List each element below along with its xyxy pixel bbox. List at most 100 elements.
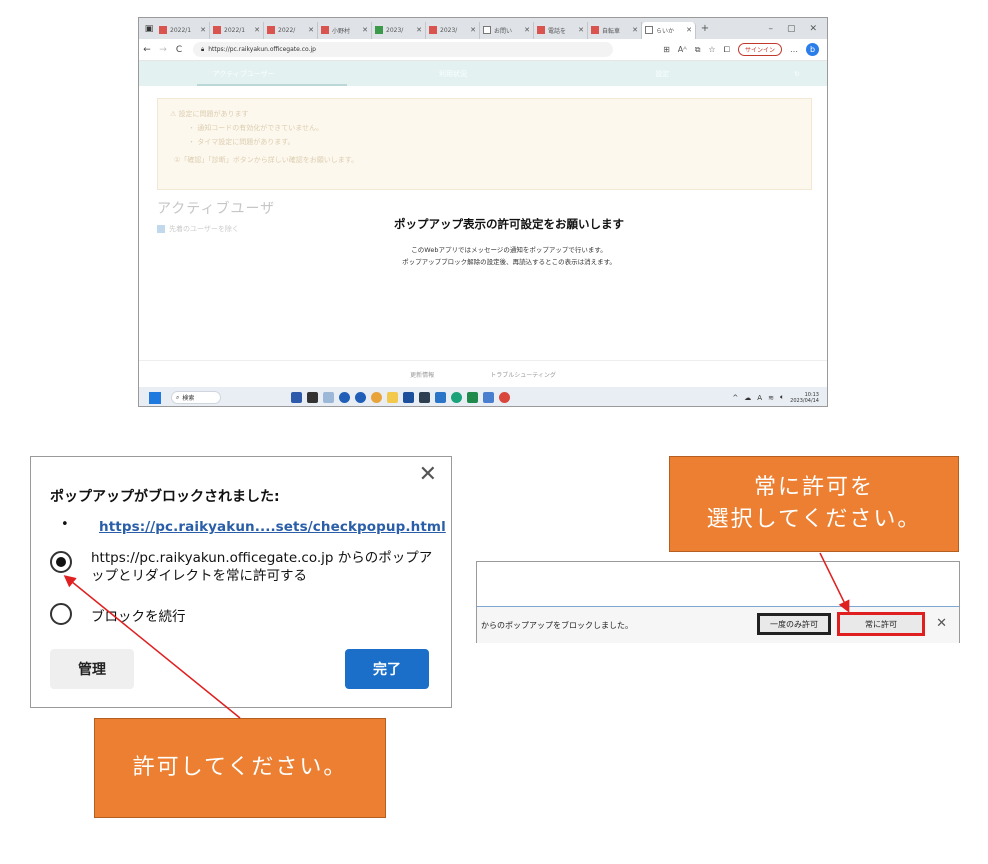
- nav-usage[interactable]: 利用状況: [348, 69, 557, 79]
- nav-settings[interactable]: 設定: [558, 69, 767, 79]
- browser-tab[interactable]: 2022/ ✕: [264, 21, 318, 39]
- app-icon[interactable]: [403, 392, 414, 403]
- app-icon[interactable]: [307, 392, 318, 403]
- tab-close-icon[interactable]: ✕: [470, 26, 476, 34]
- folder-icon[interactable]: [387, 392, 398, 403]
- back-icon[interactable]: ←: [139, 45, 155, 55]
- block-option-label[interactable]: ブロックを続行: [91, 605, 186, 625]
- browser-tab[interactable]: らいか ✕: [642, 21, 696, 39]
- tab-favicon-icon: [591, 26, 599, 34]
- tab-favicon-icon: [645, 26, 653, 34]
- tab-close-icon[interactable]: ✕: [416, 26, 422, 34]
- browser-tab[interactable]: 小野村 ✕: [318, 21, 372, 39]
- blocked-popup-link[interactable]: https://pc.raikyakun....sets/checkpopup.…: [99, 519, 446, 535]
- app-icon[interactable]: [355, 392, 366, 403]
- window-close-icon[interactable]: ✕: [809, 24, 817, 34]
- refresh-app-icon[interactable]: ↻: [767, 70, 827, 78]
- read-aloud-icon[interactable]: Aᴬ: [678, 45, 687, 54]
- tab-label: らいか: [656, 27, 675, 35]
- allow-once-button[interactable]: 一度のみ許可: [757, 613, 831, 635]
- page-footer: 更新情報 トラブルシューティング: [139, 360, 827, 387]
- tab-close-icon[interactable]: ✕: [308, 26, 314, 34]
- browser-tab[interactable]: お問い ✕: [480, 21, 534, 39]
- bing-icon[interactable]: b: [806, 43, 819, 56]
- tab-close-icon[interactable]: ✕: [524, 26, 530, 34]
- taskbar-search[interactable]: ⌕ 検索: [171, 391, 221, 404]
- app-icon[interactable]: [435, 392, 446, 403]
- block-radio[interactable]: [50, 603, 72, 625]
- forward-icon[interactable]: →: [155, 45, 171, 55]
- tab-favicon-icon: [213, 26, 221, 34]
- nav-active-users[interactable]: アクティブユーザー: [139, 69, 348, 79]
- tab-favicon-icon: [537, 26, 545, 34]
- tab-close-icon[interactable]: ✕: [686, 26, 692, 34]
- extension-icon[interactable]: ⊞: [663, 45, 670, 54]
- app-icon[interactable]: [483, 392, 494, 403]
- warning-icon: ⚠: [170, 110, 179, 118]
- tab-close-icon[interactable]: ✕: [362, 26, 368, 34]
- warning-title: 設定に問題があります: [178, 110, 249, 118]
- chrome-icon[interactable]: [371, 392, 382, 403]
- browser-tab[interactable]: 自転車 ✕: [588, 21, 642, 39]
- app-icon[interactable]: [419, 392, 430, 403]
- chevron-up-icon[interactable]: ^: [732, 394, 738, 402]
- windows-start-icon[interactable]: [149, 391, 161, 404]
- app-icon[interactable]: [339, 392, 350, 403]
- collections-icon[interactable]: ⧠: [724, 45, 730, 55]
- address-bar: ← → C 🔒︎ https://pc.raikyakun.officegate…: [139, 39, 827, 61]
- checkbox-label: 先着のユーザーを除く: [169, 225, 239, 233]
- allow-option-label[interactable]: https://pc.raikyakun.officegate.co.jp から…: [91, 549, 441, 585]
- checkbox-icon: [157, 225, 165, 233]
- clock[interactable]: 10:13 2023/04/14: [790, 392, 819, 404]
- close-icon[interactable]: ✕: [419, 463, 437, 487]
- app-icon[interactable]: [323, 392, 334, 403]
- window-menu-icon[interactable]: ▣: [142, 22, 156, 36]
- url-text: https://pc.raikyakun.officegate.co.jp: [208, 46, 316, 53]
- browser-tab[interactable]: 電話を ✕: [534, 21, 588, 39]
- browser-tab[interactable]: 2023/ ✕: [372, 21, 426, 39]
- allow-radio[interactable]: [50, 551, 72, 573]
- tab-favicon-icon: [321, 26, 329, 34]
- maximize-icon[interactable]: ▢: [787, 24, 796, 34]
- always-allow-button[interactable]: 常に許可: [837, 612, 925, 636]
- done-button[interactable]: 完了: [345, 649, 429, 689]
- tab-favicon-icon: [483, 26, 491, 34]
- wifi-icon[interactable]: ≋: [768, 394, 774, 402]
- browser-tab[interactable]: 2022/1 ✕: [156, 21, 210, 39]
- minimize-icon[interactable]: –: [768, 24, 773, 34]
- browser-tab[interactable]: 2022/1 ✕: [210, 21, 264, 39]
- volume-icon[interactable]: 🔈︎: [780, 393, 784, 402]
- signin-button[interactable]: サインイン: [737, 43, 782, 56]
- cloud-icon[interactable]: ☁: [744, 394, 751, 402]
- split-icon[interactable]: ⧉: [695, 45, 701, 55]
- tab-label: 2023/: [440, 26, 458, 34]
- taskbar: ⌕ 検索 ^ ☁ A ≋ 🔈︎ 10:13 2023/04/14: [139, 387, 827, 406]
- exclude-checkbox[interactable]: 先着のユーザーを除く: [157, 224, 239, 234]
- footer-link-updates[interactable]: 更新情報: [410, 370, 434, 379]
- app-icon[interactable]: [291, 392, 302, 403]
- clock-date: 2023/04/14: [790, 397, 819, 404]
- tab-label: 2022/: [278, 26, 296, 34]
- tab-close-icon[interactable]: ✕: [632, 26, 638, 34]
- tab-close-icon[interactable]: ✕: [254, 26, 260, 34]
- new-tab-icon[interactable]: +: [696, 23, 714, 34]
- url-field[interactable]: 🔒︎ https://pc.raikyakun.officegate.co.jp: [193, 42, 613, 57]
- app-icon[interactable]: [499, 392, 510, 403]
- footer-link-troubleshooting[interactable]: トラブルシューティング: [490, 370, 556, 379]
- tab-bar: ▣ 2022/1 ✕ 2022/1 ✕ 2022/✕ 小野村 ✕ 2023/✕ 2023/✕ お問…: [139, 18, 827, 39]
- favorites-icon[interactable]: ☆: [708, 45, 715, 54]
- edge-icon[interactable]: [451, 392, 462, 403]
- app-icon[interactable]: [467, 392, 478, 403]
- bullet: •: [61, 517, 69, 532]
- browser-tab[interactable]: 2023/ ✕: [426, 21, 480, 39]
- notification-close-icon[interactable]: ✕: [936, 616, 947, 631]
- refresh-icon[interactable]: C: [171, 45, 187, 55]
- more-icon[interactable]: …: [790, 45, 798, 54]
- callout-always-allow: 常に許可を 選択してください。: [669, 456, 959, 552]
- tab-close-icon[interactable]: ✕: [200, 26, 206, 34]
- search-icon: ⌕: [176, 393, 180, 401]
- manage-button[interactable]: 管理: [50, 649, 134, 689]
- ime-icon[interactable]: A: [757, 394, 762, 402]
- tab-label: 電話を: [548, 27, 567, 35]
- tab-close-icon[interactable]: ✕: [578, 26, 584, 34]
